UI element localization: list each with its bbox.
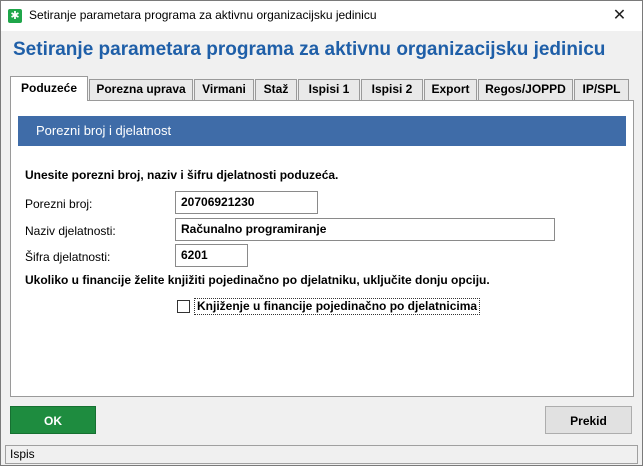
cancel-button[interactable]: Prekid	[545, 406, 632, 434]
close-icon: ✕	[612, 7, 627, 24]
activity-code-field[interactable]: 6201	[175, 244, 248, 267]
tab-label: Regos/JOPPD	[485, 82, 566, 96]
tab-ispisi-1[interactable]: Ispisi 1	[298, 79, 360, 100]
tab-label: Ispisi 1	[308, 82, 350, 96]
activity-code-label: Šifra djelatnosti:	[25, 250, 111, 264]
tab-poduzece[interactable]: Poduzeće	[10, 76, 88, 101]
post-per-employee-label[interactable]: Knjiženje u financije pojedinačno po dje…	[194, 298, 481, 315]
tab-virmani[interactable]: Virmani	[194, 79, 254, 100]
tax-number-field[interactable]: 20706921230	[175, 191, 318, 214]
title-bar[interactable]: ✱ Setiranje parametara programa za aktiv…	[1, 1, 642, 31]
app-icon: ✱	[8, 9, 22, 23]
tab-label: Ispisi 2	[371, 82, 413, 96]
tab-strip: Poduzeće Porezna uprava Virmani Staž Isp…	[10, 76, 634, 101]
tab-panel-poduzece: Porezni broj i djelatnost Unesite porezn…	[10, 100, 634, 397]
status-bar: Ispis	[5, 445, 638, 464]
window-title: Setiranje parametara programa za aktivnu…	[29, 8, 377, 22]
tab-label: Poduzeće	[20, 81, 77, 95]
activity-name-label: Naziv djelatnosti:	[25, 224, 116, 238]
tab-regos-joppd[interactable]: Regos/JOPPD	[478, 79, 573, 100]
note-text: Ukoliko u financije želite knjižiti poje…	[25, 273, 490, 287]
tab-porezna-uprava[interactable]: Porezna uprava	[89, 79, 193, 100]
tab-staz[interactable]: Staž	[255, 79, 297, 100]
tab-ip-spl[interactable]: IP/SPL	[574, 79, 629, 100]
page-title: Setiranje parametara programa za aktivnu…	[13, 39, 606, 60]
tab-export[interactable]: Export	[424, 79, 477, 100]
section-header: Porezni broj i djelatnost	[18, 116, 626, 146]
tax-number-label: Porezni broj:	[25, 197, 93, 211]
post-per-employee-checkbox[interactable]	[177, 300, 190, 313]
tab-label: Porezna uprava	[96, 82, 186, 96]
tab-label: Virmani	[202, 82, 246, 96]
activity-name-field[interactable]: Računalno programiranje	[175, 218, 555, 241]
status-text: Ispis	[10, 447, 35, 461]
intro-text: Unesite porezni broj, naziv i šifru djel…	[25, 168, 339, 182]
dialog-window: ✱ Setiranje parametara programa za aktiv…	[0, 0, 643, 466]
tab-ispisi-2[interactable]: Ispisi 2	[361, 79, 423, 100]
tab-label: IP/SPL	[582, 82, 621, 96]
ok-button[interactable]: OK	[10, 406, 96, 434]
tab-label: Export	[431, 82, 470, 96]
tab-label: Staž	[263, 82, 289, 96]
close-button[interactable]: ✕	[597, 1, 642, 31]
